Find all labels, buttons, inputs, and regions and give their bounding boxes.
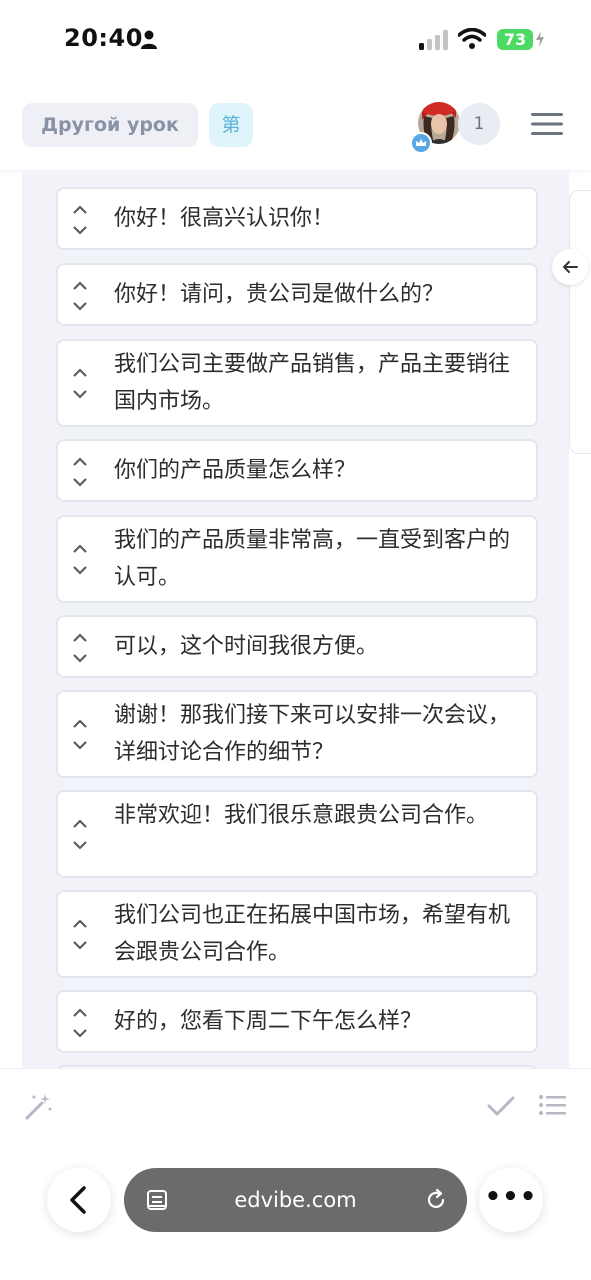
dialog-text: 你好！很高兴认识你！ [114, 206, 335, 231]
move-up-icon[interactable] [70, 1006, 90, 1020]
dialog-card[interactable]: 我们公司主要做产品销售，产品主要销往国内市场。 [56, 339, 538, 427]
dialog-card[interactable]: 你好！很高兴认识你！ [56, 187, 538, 250]
dialog-text: 非常欢迎！我们很乐意跟贵公司合作。 [114, 803, 489, 828]
dialog-card[interactable]: 你们的产品质量怎么样？ [56, 439, 538, 502]
dialog-text: 我们的产品质量非常高，一直受到客户的认可。 [114, 528, 511, 590]
move-up-icon[interactable] [70, 279, 90, 293]
move-down-icon[interactable] [70, 299, 90, 313]
other-lesson-button[interactable]: Другой урок [22, 103, 198, 147]
dialog-text: 你们的产品质量怎么样？ [114, 458, 357, 483]
bottom-toolbar [0, 1068, 591, 1149]
status-time: 20:40 [64, 24, 143, 52]
dialog-text: 我们公司主要做产品销售，产品主要销往国内市场。 [114, 352, 511, 414]
chevron-left-icon [70, 1186, 86, 1214]
move-down-icon[interactable] [70, 223, 90, 237]
move-down-icon[interactable] [70, 563, 90, 577]
person-icon [141, 30, 157, 49]
charging-bolt-icon [536, 31, 544, 47]
app-header: Другой урок 第 1 [0, 80, 591, 170]
dialog-card[interactable]: 我们公司也正在拓展中国市场，希望有机会跟贵公司合作。 [56, 890, 538, 978]
dialog-list: 你好！很高兴认识你！ 你好！请问，贵公司是做什么的？ 我们公司主要做产品销售，产… [22, 170, 569, 1068]
move-down-icon[interactable] [70, 838, 90, 852]
wifi-icon [458, 28, 486, 49]
dialog-card[interactable]: 可以，这个时间我很方便。 [56, 615, 538, 678]
cellular-signal-icon [419, 30, 448, 50]
battery-level: 73 [503, 30, 527, 49]
dialog-card[interactable]: 谢谢！那我们接下来可以安排一次会议，详细讨论合作的细节？ [56, 690, 538, 778]
dialog-text: 你好！请问，贵公司是做什么的？ [114, 282, 445, 307]
dialog-text: 好的，您看下周二下午怎么样？ [114, 1009, 423, 1034]
browser-bar: edvibe.com ••• [0, 1148, 591, 1280]
move-up-icon[interactable] [70, 817, 90, 831]
participant-count-badge[interactable]: 1 [458, 103, 500, 145]
move-down-icon[interactable] [70, 938, 90, 952]
move-up-icon[interactable] [70, 366, 90, 380]
dialog-text: 我们公司也正在拓展中国市场，希望有机会跟贵公司合作。 [114, 903, 511, 965]
side-panel-tab[interactable] [569, 190, 591, 454]
dialog-card[interactable]: 你好！请问，贵公司是做什么的？ [56, 263, 538, 326]
move-down-icon[interactable] [70, 475, 90, 489]
reload-icon[interactable] [424, 1188, 448, 1212]
url-bar[interactable]: edvibe.com [124, 1168, 467, 1232]
move-up-icon[interactable] [70, 717, 90, 731]
more-dots-icon[interactable]: ••• [479, 1168, 543, 1232]
dialog-card[interactable]: 好的，您看下周二下午怎么样？ [56, 990, 538, 1053]
hamburger-menu-icon[interactable] [531, 112, 563, 136]
browser-back-button[interactable] [47, 1168, 111, 1232]
move-down-icon[interactable] [70, 1026, 90, 1040]
move-down-icon[interactable] [70, 387, 90, 401]
move-down-icon[interactable] [70, 651, 90, 665]
move-up-icon[interactable] [70, 917, 90, 931]
arrow-left-icon[interactable] [552, 249, 588, 285]
dialog-text: 谢谢！那我们接下来可以安排一次会议，详细讨论合作的细节？ [114, 703, 511, 765]
dialog-card[interactable]: 非常欢迎！我们很乐意跟贵公司合作。 [56, 790, 538, 878]
move-up-icon[interactable] [70, 455, 90, 469]
checkmark-icon[interactable] [487, 1095, 515, 1117]
url-text: edvibe.com [234, 1188, 357, 1212]
move-down-icon[interactable] [70, 738, 90, 752]
dialog-text: 可以，这个时间我很方便。 [114, 634, 379, 659]
battery-indicator: 73 [497, 29, 533, 50]
magic-wand-icon[interactable] [24, 1091, 54, 1121]
lesson-chip[interactable]: 第 [209, 103, 253, 147]
list-icon[interactable] [538, 1093, 566, 1117]
move-up-icon[interactable] [70, 203, 90, 217]
move-up-icon[interactable] [70, 631, 90, 645]
crown-badge-icon [410, 132, 432, 154]
status-bar: 20:40 73 [0, 0, 591, 80]
dialog-card[interactable]: 我们的产品质量非常高，一直受到客户的认可。 [56, 515, 538, 603]
move-up-icon[interactable] [70, 542, 90, 556]
